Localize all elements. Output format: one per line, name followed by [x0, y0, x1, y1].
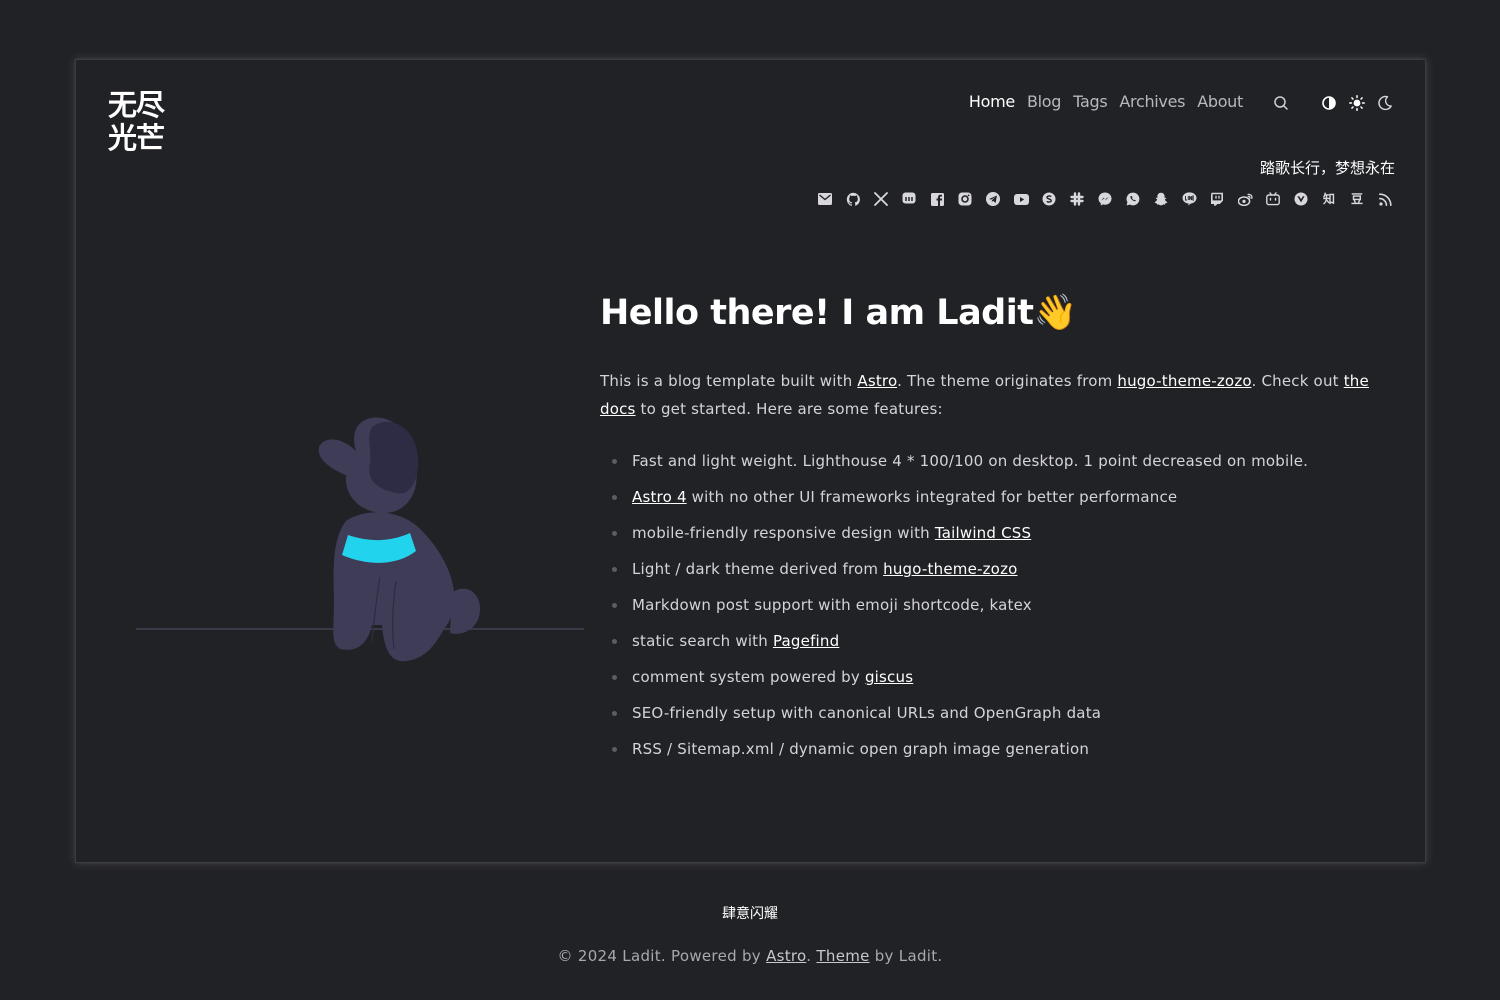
whatsapp-icon[interactable]: [1125, 191, 1141, 207]
contrast-icon[interactable]: [1319, 93, 1339, 113]
nav-archives[interactable]: Archives: [1119, 92, 1185, 111]
social-links: 知 豆: [817, 191, 1393, 207]
rss-icon[interactable]: [1377, 191, 1393, 207]
feature-text: static search with: [632, 632, 773, 650]
feature-text: comment system powered by: [632, 668, 865, 686]
weibo-icon[interactable]: [1237, 191, 1253, 207]
nav-icon-group: [1271, 93, 1395, 113]
footer: © 2024 Ladit. Powered by Astro. Theme by…: [0, 947, 1500, 965]
feature-text: RSS / Sitemap.xml / dynamic open graph i…: [632, 740, 1090, 758]
footer-astro-link[interactable]: Astro: [766, 947, 806, 965]
list-item: Fast and light weight. Lighthouse 4 * 10…: [600, 443, 1380, 479]
hugo-theme-zozo-link[interactable]: hugo-theme-zozo: [883, 560, 1017, 578]
list-item: Light / dark theme derived from hugo-the…: [600, 551, 1380, 587]
main-content: Hello there! I am Ladit 👋 This is a blog…: [600, 292, 1380, 767]
site-logo[interactable]: 无尽 光芒: [108, 89, 178, 155]
page-title: Hello there! I am Ladit 👋: [600, 292, 1380, 334]
copyright-text: © 2024 Ladit. Powered by: [557, 947, 767, 965]
moon-icon[interactable]: [1375, 93, 1395, 113]
x-icon[interactable]: [873, 191, 889, 207]
tailwind-css-link[interactable]: Tailwind CSS: [935, 524, 1031, 542]
logo-line-1: 无尽: [108, 88, 165, 122]
instagram-icon[interactable]: [957, 191, 973, 207]
intro-paragraph: This is a blog template built with Astro…: [600, 367, 1380, 423]
bilibili-icon[interactable]: [1265, 191, 1281, 207]
feature-text: Markdown post support with emoji shortco…: [632, 596, 1032, 614]
list-item: Astro 4 with no other UI frameworks inte…: [600, 479, 1380, 515]
pagefind-link[interactable]: Pagefind: [773, 632, 839, 650]
slack-icon[interactable]: [1069, 191, 1085, 207]
astro-link[interactable]: Astro: [857, 372, 897, 390]
astro-4-link[interactable]: Astro 4: [632, 488, 687, 506]
facebook-icon[interactable]: [929, 191, 945, 207]
sun-icon[interactable]: [1347, 93, 1367, 113]
footer-separator: .: [806, 947, 817, 965]
intro-text-2: . The theme originates from: [897, 372, 1118, 390]
wave-emoji: 👋: [1033, 293, 1077, 333]
skype-icon[interactable]: [1041, 191, 1057, 207]
nav-home[interactable]: Home: [969, 92, 1015, 111]
intro-text-3: . Check out: [1251, 372, 1344, 390]
douban-icon[interactable]: 豆: [1349, 191, 1365, 207]
feature-text: mobile-friendly responsive design with: [632, 524, 935, 542]
twitch-icon[interactable]: [1209, 191, 1225, 207]
list-item: Markdown post support with emoji shortco…: [600, 587, 1380, 623]
footer-by-text: by Ladit.: [869, 947, 943, 965]
nav-tags[interactable]: Tags: [1073, 92, 1108, 111]
dog-illustration: [134, 405, 586, 669]
giscus-link[interactable]: giscus: [865, 668, 913, 686]
messenger-icon[interactable]: [1097, 191, 1113, 207]
list-item: mobile-friendly responsive design with T…: [600, 515, 1380, 551]
mastodon-icon[interactable]: [901, 191, 917, 207]
intro-text-1: This is a blog template built with: [600, 372, 858, 390]
nav-about[interactable]: About: [1197, 92, 1243, 111]
list-item: comment system powered by giscus: [600, 659, 1380, 695]
line-icon[interactable]: [1181, 191, 1197, 207]
youtube-icon[interactable]: [1013, 191, 1029, 207]
feature-text: Fast and light weight. Lighthouse 4 * 10…: [632, 452, 1309, 470]
feature-list: Fast and light weight. Lighthouse 4 * 10…: [600, 443, 1380, 767]
feature-text: SEO-friendly setup with canonical URLs a…: [632, 704, 1102, 722]
logo-line-2: 光芒: [108, 121, 165, 155]
feature-text: with no other UI frameworks integrated f…: [686, 488, 1178, 506]
snapchat-icon[interactable]: [1153, 191, 1169, 207]
intro-text-4: to get started. Here are some features:: [635, 400, 943, 418]
vuejs-icon[interactable]: [1293, 191, 1309, 207]
nav-blog[interactable]: Blog: [1027, 92, 1061, 111]
main-nav: Home Blog Tags Archives About: [969, 92, 1243, 111]
search-icon[interactable]: [1271, 93, 1291, 113]
list-item: SEO-friendly setup with canonical URLs a…: [600, 695, 1380, 731]
email-icon[interactable]: [817, 191, 833, 207]
title-text: Hello there! I am Ladit: [600, 292, 1034, 333]
github-icon[interactable]: [845, 191, 861, 207]
list-item: static search with Pagefind: [600, 623, 1380, 659]
main-card: 无尽 光芒 Home Blog Tags Archives About 踏歌长行…: [75, 59, 1426, 863]
telegram-icon[interactable]: [985, 191, 1001, 207]
feature-text: Light / dark theme derived from: [632, 560, 884, 578]
hugo-theme-zozo-link[interactable]: hugo-theme-zozo: [1117, 372, 1251, 390]
zhihu-icon[interactable]: 知: [1321, 191, 1337, 207]
footer-tagline: 肆意闪耀: [722, 906, 778, 922]
site-motto: 踏歌长行，梦想永在: [1259, 159, 1395, 177]
footer-theme-link[interactable]: Theme: [816, 947, 869, 965]
list-item: RSS / Sitemap.xml / dynamic open graph i…: [600, 731, 1380, 767]
